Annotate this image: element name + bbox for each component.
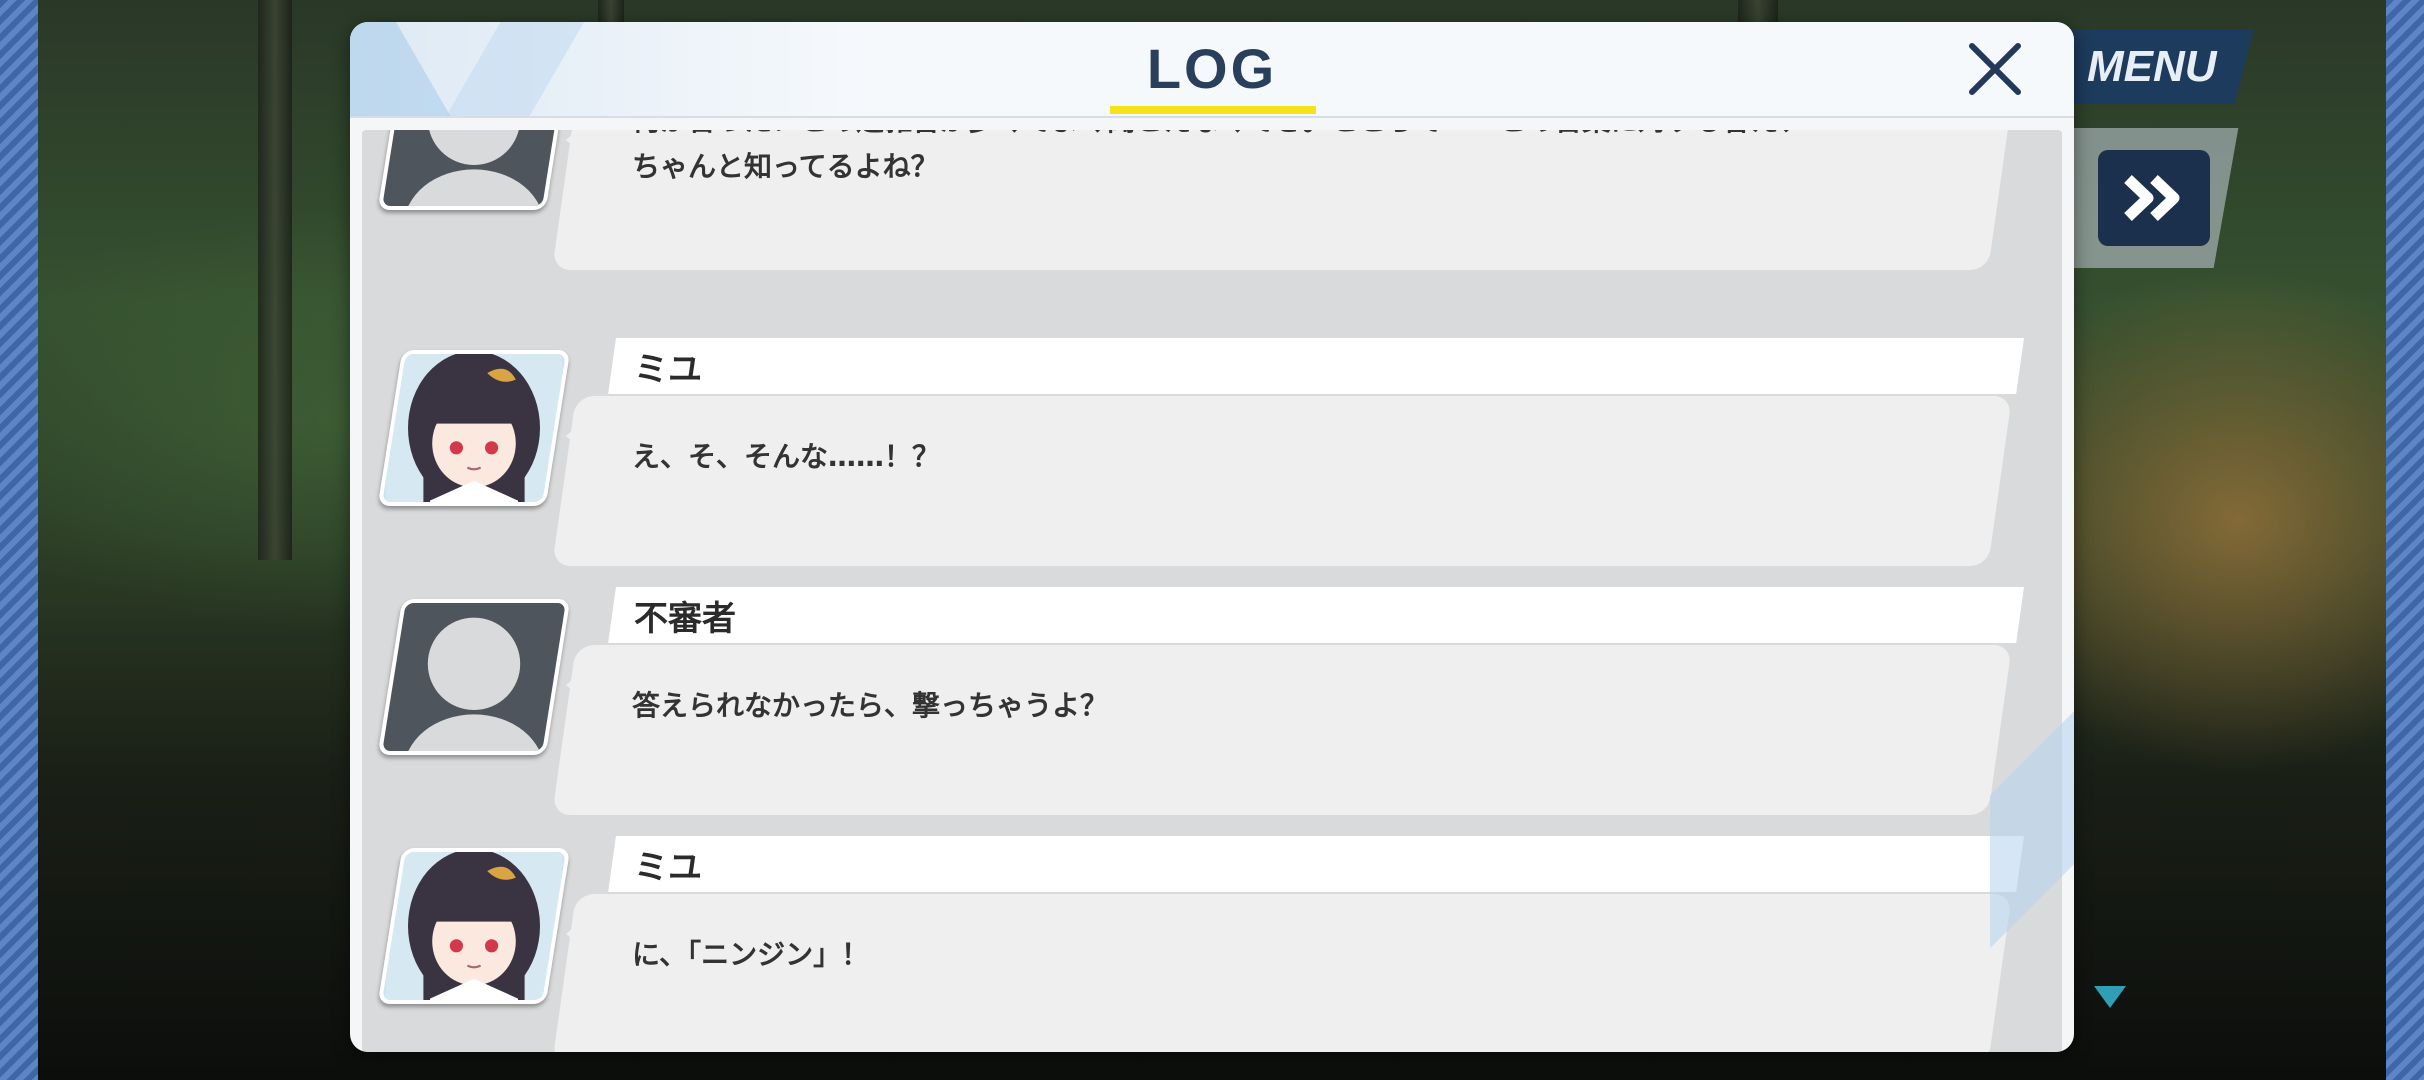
menu-button[interactable]: MENU — [2050, 30, 2254, 104]
fast-forward-button[interactable] — [2098, 150, 2210, 246]
speaker-name: ミユ — [634, 848, 702, 888]
log-header: LOG — [350, 22, 2074, 118]
log-entry: ミユ え、そ、そんな……！？ — [362, 338, 2062, 578]
dialogue-text: に、「ニンジン」！ — [632, 938, 870, 971]
speaker-name: 不審者 — [634, 599, 736, 639]
game-screen: MENU LOG ちゃんと知ってるよね？ ミユ え、そ、そんな……！？ 不審者 … — [0, 0, 2424, 1080]
portrait-silhouette — [377, 130, 571, 210]
panel-decoration — [1990, 642, 2074, 1052]
left-border-stripes — [0, 0, 38, 1080]
right-border-stripes — [2386, 0, 2424, 1080]
dialogue-box — [552, 396, 2012, 566]
next-arrow-icon — [2094, 986, 2126, 1008]
log-panel: LOG 何か言った？ — [350, 22, 2074, 1052]
portrait-miyu — [377, 848, 571, 1004]
dialogue-text: え、そ、そんな……！？ — [632, 440, 941, 473]
dialogue-text: 答えられなかったら、撃っちゃうよ？ — [632, 689, 1109, 722]
title-underline — [1110, 106, 1316, 114]
name-plate — [608, 836, 2025, 892]
menu-label: MENU — [2087, 42, 2217, 91]
log-entry: 不審者 答えられなかったら、撃っちゃうよ？ — [362, 587, 2062, 827]
double-chevron-right-icon — [2124, 175, 2180, 221]
log-entry: ミユ に、「ニンジン」！ — [362, 836, 2062, 1052]
name-plate — [608, 587, 2025, 643]
close-button[interactable] — [1962, 36, 2028, 102]
dialogue-text: 何か言った？この辺雑音が多くてよく聞こえなくてさ。ところで……この言葉に対する答… — [632, 130, 1806, 183]
name-plate — [608, 338, 2025, 394]
close-icon — [1969, 43, 2021, 95]
portrait-miyu — [377, 350, 571, 506]
dialogue-box — [552, 645, 2012, 815]
speaker-name: ミユ — [634, 350, 702, 390]
log-entry: 何か言った？この辺雑音が多くてよく聞こえなくてさ。ところで……この言葉に対する答… — [362, 130, 2062, 282]
log-title: LOG — [1146, 37, 1278, 100]
log-list[interactable]: 何か言った？この辺雑音が多くてよく聞こえなくてさ。ところで……この言葉に対する答… — [362, 130, 2062, 1052]
portrait-silhouette — [377, 599, 571, 755]
